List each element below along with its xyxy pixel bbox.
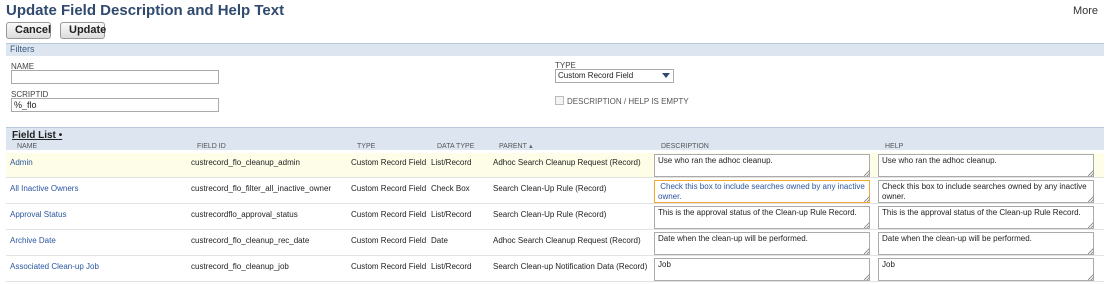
- help-textarea[interactable]: Use who ran the adhoc cleanup.: [878, 154, 1094, 177]
- table-row: Archive Date custrecord_flo_cleanup_rec_…: [6, 231, 1104, 256]
- more-link[interactable]: More: [1073, 5, 1098, 17]
- row-parent: Adhoc Search Cleanup Request (Record): [493, 158, 641, 167]
- field-list-title: Field List •: [12, 130, 62, 141]
- chevron-down-icon: [662, 73, 670, 78]
- description-textarea[interactable]: Use who ran the adhoc cleanup.: [654, 154, 870, 177]
- type-select[interactable]: Custom Record Field: [555, 69, 674, 83]
- resize-grip-icon[interactable]: [1088, 196, 1094, 202]
- description-help-empty-checkbox[interactable]: [555, 96, 564, 105]
- row-type: Custom Record Field: [351, 210, 427, 219]
- resize-grip-icon[interactable]: [1088, 274, 1094, 280]
- resize-grip-icon[interactable]: [864, 196, 870, 202]
- resize-grip-icon[interactable]: [864, 248, 870, 254]
- col-header-name[interactable]: NAME: [17, 143, 37, 150]
- field-list-title-marker: •: [58, 130, 63, 141]
- col-header-field-id[interactable]: FIELD ID: [197, 143, 226, 150]
- table-row: Associated Clean-up Job custrecord_flo_c…: [6, 257, 1104, 282]
- table-row: Admin custrecord_flo_cleanup_admin Custo…: [6, 153, 1104, 178]
- resize-grip-icon[interactable]: [864, 222, 870, 228]
- row-data-type: Date: [431, 236, 448, 245]
- description-help-empty-label: DESCRIPTION / HELP IS EMPTY: [567, 97, 689, 106]
- field-list-title-text: Field List: [12, 130, 56, 141]
- cancel-button[interactable]: Cancel: [6, 22, 51, 39]
- resize-grip-icon[interactable]: [1088, 170, 1094, 176]
- description-textarea[interactable]: This is the approval status of the Clean…: [654, 206, 870, 229]
- row-type: Custom Record Field: [351, 184, 427, 193]
- row-name-link[interactable]: Admin: [10, 158, 33, 167]
- col-header-help[interactable]: HELP: [885, 143, 903, 150]
- help-textarea[interactable]: Date when the clean-up will be performed…: [878, 232, 1094, 255]
- row-parent: Adhoc Search Cleanup Request (Record): [493, 236, 641, 245]
- row-type: Custom Record Field: [351, 236, 427, 245]
- resize-grip-icon[interactable]: [864, 274, 870, 280]
- row-field-id: custrecordflo_approval_status: [191, 210, 298, 219]
- row-field-id: custrecord_flo_cleanup_admin: [191, 158, 300, 167]
- filters-label: Filters: [10, 44, 35, 54]
- col-header-type[interactable]: TYPE: [357, 143, 375, 150]
- description-textarea[interactable]: Job: [654, 258, 870, 281]
- col-header-parent-label: PARENT: [499, 143, 527, 150]
- row-data-type: List/Record: [431, 158, 472, 167]
- filters-section-header: Filters: [6, 43, 1104, 56]
- update-button[interactable]: Update: [60, 22, 106, 39]
- field-list-header: Field List •: [6, 127, 1104, 150]
- row-parent: Search Clean-Up Rule (Record): [493, 184, 607, 193]
- row-type: Custom Record Field: [351, 158, 427, 167]
- row-name-link[interactable]: All Inactive Owners: [10, 184, 78, 193]
- help-textarea[interactable]: This is the approval status of the Clean…: [878, 206, 1094, 229]
- col-header-description[interactable]: DESCRIPTION: [661, 143, 709, 150]
- description-textarea[interactable]: Date when the clean-up will be performed…: [654, 232, 870, 255]
- row-type: Custom Record Field: [351, 262, 427, 271]
- help-textarea[interactable]: Check this box to include searches owned…: [878, 180, 1094, 203]
- row-name-link[interactable]: Approval Status: [10, 210, 66, 219]
- resize-grip-icon[interactable]: [1088, 248, 1094, 254]
- row-data-type: Check Box: [431, 184, 470, 193]
- row-data-type: List/Record: [431, 262, 472, 271]
- name-input[interactable]: [11, 70, 219, 84]
- resize-grip-icon[interactable]: [1088, 222, 1094, 228]
- table-row: Approval Status custrecordflo_approval_s…: [6, 205, 1104, 230]
- row-parent: Search Clean-Up Rule (Record): [493, 210, 607, 219]
- col-header-data-type[interactable]: DATA TYPE: [437, 143, 474, 150]
- row-field-id: custrecord_flo_cleanup_rec_date: [191, 236, 310, 245]
- row-data-type: List/Record: [431, 210, 472, 219]
- resize-grip-icon[interactable]: [864, 170, 870, 176]
- row-field-id: custrecord_flo_filter_all_inactive_owner: [191, 184, 332, 193]
- scriptid-input[interactable]: [11, 98, 219, 112]
- row-name-link[interactable]: Associated Clean-up Job: [10, 262, 99, 271]
- help-textarea[interactable]: Job: [878, 258, 1094, 281]
- description-textarea[interactable]: Check this box to include searches owned…: [654, 180, 870, 203]
- sort-ascending-icon: ▲: [527, 144, 534, 150]
- row-name-link[interactable]: Archive Date: [10, 236, 56, 245]
- page-title: Update Field Description and Help Text: [6, 2, 285, 19]
- table-row: All Inactive Owners custrecord_flo_filte…: [6, 179, 1104, 204]
- row-field-id: custrecord_flo_cleanup_job: [191, 262, 289, 271]
- type-selected-value: Custom Record Field: [558, 71, 634, 80]
- col-header-parent[interactable]: PARENT▲: [499, 143, 534, 150]
- row-parent: Search Clean-up Notification Data (Recor…: [493, 262, 648, 271]
